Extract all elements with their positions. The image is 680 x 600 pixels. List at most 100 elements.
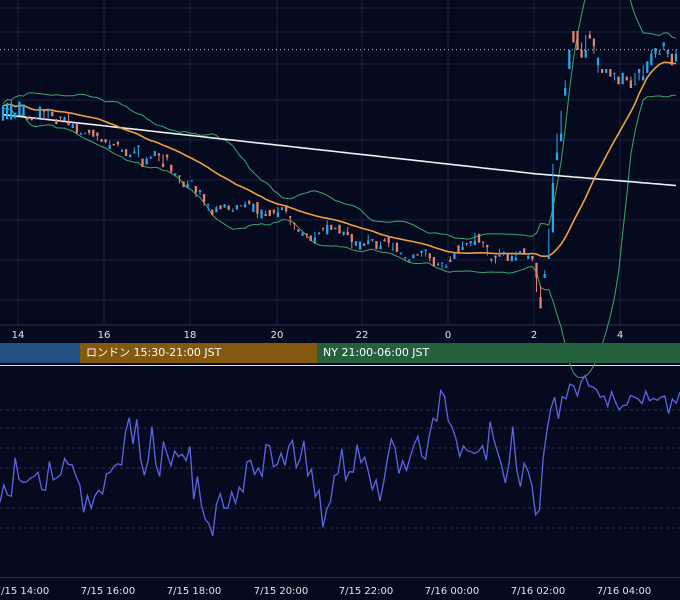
candle-body (576, 31, 579, 50)
candle-body (161, 163, 165, 168)
candle-body (346, 232, 349, 236)
candle-body (625, 76, 628, 81)
main-x-tick-label: 0 (445, 330, 451, 341)
candle (592, 38, 596, 54)
candle-body (428, 253, 431, 259)
candle (326, 220, 329, 235)
candle-body (22, 104, 25, 116)
candle-body (88, 129, 91, 133)
candle (223, 204, 226, 208)
candle-body (256, 202, 259, 214)
session-bar-tokyo (0, 343, 80, 363)
candle (650, 50, 653, 66)
candle (453, 252, 456, 259)
candle-body (539, 297, 542, 309)
candle-body (297, 229, 300, 232)
candle-body (506, 254, 509, 261)
candle-body (137, 145, 140, 147)
candle-body (108, 145, 111, 149)
candle (379, 241, 382, 250)
candle-body (42, 109, 46, 112)
candle (182, 181, 185, 188)
candle (358, 241, 362, 250)
candle-body (293, 222, 296, 225)
candle (79, 132, 83, 135)
candle-body (642, 76, 645, 81)
candle-body (629, 80, 632, 88)
candle (625, 76, 628, 81)
candle (601, 69, 604, 73)
candle (646, 61, 649, 73)
candle-body (227, 205, 230, 210)
candle-body (531, 255, 534, 259)
candle (264, 210, 267, 217)
candle (26, 116, 29, 120)
candle (375, 241, 378, 250)
candle (92, 129, 95, 137)
candle-body (412, 254, 415, 259)
candle-body (182, 181, 185, 188)
candle (51, 111, 54, 117)
candle (408, 259, 411, 262)
candle-body (662, 42, 665, 47)
candle-body (453, 252, 456, 259)
candle (465, 243, 468, 247)
candle-body (510, 255, 513, 262)
candle-body (580, 50, 583, 58)
candle (83, 132, 87, 134)
candle-body (1, 105, 5, 121)
candle (18, 101, 21, 116)
candle (346, 227, 349, 236)
candle-body (272, 209, 275, 213)
candle-body (486, 244, 489, 248)
candle (642, 65, 645, 81)
candle (338, 224, 341, 234)
candle-body (473, 240, 477, 245)
candle-body (313, 237, 317, 244)
candle-body (219, 205, 222, 210)
candle (670, 53, 674, 66)
candle-body (104, 139, 107, 142)
oscillator-x-tick-label: 7/15 22:00 (339, 586, 393, 597)
candle-body (285, 205, 288, 212)
candle-body (592, 38, 596, 47)
candle (129, 154, 132, 158)
candle (658, 50, 661, 55)
candle-body (79, 133, 83, 135)
candle (149, 155, 152, 159)
candle-body (387, 236, 390, 243)
candle (564, 80, 567, 96)
candle (219, 205, 222, 210)
candle (473, 232, 477, 245)
candle-body (658, 53, 661, 55)
candle (5, 103, 9, 120)
candle (613, 72, 616, 81)
candle-body (338, 224, 341, 234)
oscillator-line (0, 374, 680, 536)
candle (268, 209, 271, 217)
candle (22, 104, 25, 116)
candle-body (112, 143, 115, 146)
candle (166, 154, 169, 161)
candle (445, 263, 448, 268)
candle (190, 180, 193, 182)
candle-body (477, 233, 481, 243)
oscillator-x-tick-label: 7/15 16:00 (81, 586, 135, 597)
candle (108, 140, 111, 149)
candle (309, 235, 312, 242)
candle (170, 164, 173, 174)
candle (260, 209, 263, 219)
candle-body (129, 154, 132, 158)
candle (297, 229, 300, 232)
candle-body (461, 246, 464, 250)
candle (596, 57, 600, 73)
candle (576, 31, 579, 50)
candle (498, 248, 501, 257)
candle-body (321, 227, 325, 229)
candle-body (559, 133, 563, 142)
candle (55, 119, 58, 125)
candle (350, 233, 353, 249)
candle-body (613, 72, 616, 74)
candle (293, 222, 296, 230)
candle (38, 106, 42, 119)
